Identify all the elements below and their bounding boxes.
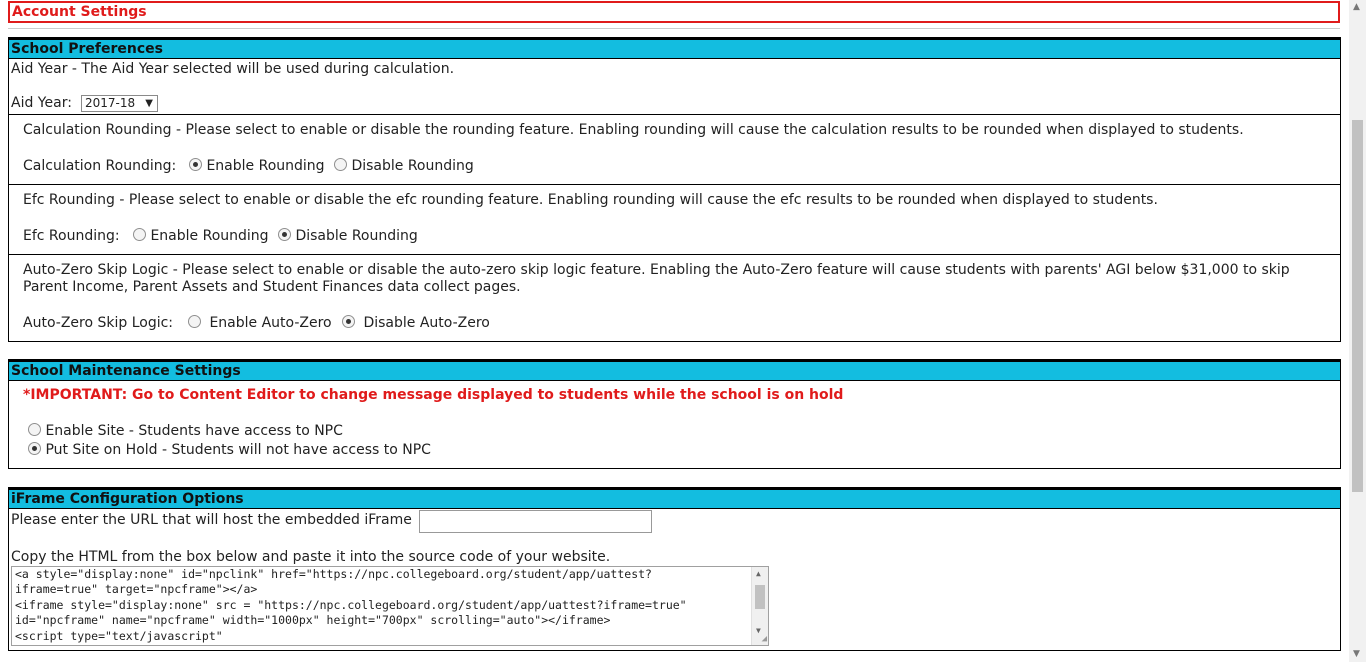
efc-rounding-enable-label: Enable Rounding [150, 228, 269, 244]
school-maintenance-header: School Maintenance Settings [9, 360, 1340, 381]
iframe-url-input[interactable] [419, 510, 652, 533]
auto-zero-enable-radio[interactable] [188, 315, 201, 328]
calc-rounding-enable-radio[interactable] [189, 158, 202, 171]
efc-rounding-disable-label: Disable Rounding [295, 228, 418, 244]
efc-rounding-disable-radio[interactable] [278, 228, 291, 241]
efc-rounding-row: Efc Rounding - Please select to enable o… [9, 185, 1340, 255]
iframe-config-header: iFrame Configuration Options [9, 488, 1340, 509]
auto-zero-row: Auto-Zero Skip Logic - Please select to … [9, 255, 1340, 341]
school-preferences-section: School Preferences Aid Year - The Aid Ye… [8, 37, 1341, 342]
iframe-copy-label: Copy the HTML from the box below and pas… [11, 549, 611, 565]
page-title: Account Settings [12, 4, 147, 20]
iframe-url-label: Please enter the URL that will host the … [11, 512, 412, 528]
calc-rounding-enable-label: Enable Rounding [206, 158, 325, 174]
efc-rounding-description: Efc Rounding - Please select to enable o… [23, 192, 1158, 208]
efc-rounding-enable-radio[interactable] [133, 228, 146, 241]
code-line: id="npcframe" name="npcframe" width="100… [15, 613, 611, 628]
hold-site-option[interactable]: Put Site on Hold - Students will not hav… [28, 442, 431, 458]
code-line: <script type="text/javascript" [15, 628, 223, 643]
scroll-up-icon[interactable]: ▲ [756, 569, 761, 578]
scroll-down-icon[interactable]: ▼ [756, 626, 761, 635]
textarea-scroll-thumb[interactable] [755, 585, 765, 609]
enable-site-label: Enable Site - Students have access to NP… [45, 423, 343, 439]
page-scrollbar[interactable]: ▲ ▼ [1349, 0, 1366, 662]
calculation-rounding-row: Calculation Rounding - Please select to … [9, 115, 1340, 185]
chevron-down-icon: ▼ [145, 98, 153, 109]
code-line: iframe=true" target="npcframe"></a> [15, 582, 258, 597]
calc-rounding-disable-option[interactable]: Disable Rounding [334, 158, 474, 174]
iframe-config-section: iFrame Configuration Options Please ente… [8, 487, 1341, 651]
page-title-bar: Account Settings [8, 1, 1340, 23]
school-preferences-header: School Preferences [9, 38, 1340, 59]
efc-rounding-disable-option[interactable]: Disable Rounding [278, 228, 418, 244]
auto-zero-enable-option[interactable]: Enable Auto-Zero [188, 315, 332, 331]
enable-site-option[interactable]: Enable Site - Students have access to NP… [28, 423, 343, 439]
divider [8, 28, 1340, 29]
resize-grip-icon[interactable]: ◢ [762, 634, 767, 644]
auto-zero-label: Auto-Zero Skip Logic: [23, 315, 174, 331]
scroll-up-icon[interactable]: ▲ [1353, 2, 1360, 12]
aid-year-label: Aid Year: [11, 95, 72, 111]
auto-zero-enable-label: Enable Auto-Zero [209, 315, 332, 331]
aid-year-select[interactable]: 2017-18 ▼ [81, 95, 158, 112]
code-line: <a style="display:none" id="npclink" hre… [15, 567, 652, 581]
calculation-rounding-label: Calculation Rounding: [23, 158, 177, 174]
efc-rounding-enable-option[interactable]: Enable Rounding [133, 228, 269, 244]
calc-rounding-disable-radio[interactable] [334, 158, 347, 171]
aid-year-description: Aid Year - The Aid Year selected will be… [11, 61, 455, 77]
calculation-rounding-description: Calculation Rounding - Please select to … [23, 122, 1244, 138]
enable-site-radio[interactable] [28, 423, 41, 436]
hold-site-radio[interactable] [28, 442, 41, 455]
scroll-down-icon[interactable]: ▼ [1353, 649, 1360, 659]
aid-year-selected-value: 2017-18 [85, 96, 136, 110]
auto-zero-disable-label: Disable Auto-Zero [363, 315, 490, 331]
auto-zero-disable-option[interactable]: Disable Auto-Zero [342, 315, 490, 331]
hold-site-label: Put Site on Hold - Students will not hav… [45, 442, 431, 458]
auto-zero-description-line2: Parent Income, Parent Assets and Student… [23, 279, 521, 295]
calc-rounding-disable-label: Disable Rounding [351, 158, 474, 174]
school-maintenance-section: School Maintenance Settings *IMPORTANT: … [8, 359, 1341, 469]
aid-year-row: Aid Year - The Aid Year selected will be… [9, 59, 1340, 115]
efc-rounding-label: Efc Rounding: [23, 228, 120, 244]
iframe-code-textarea[interactable]: <a style="display:none" id="npclink" hre… [11, 566, 769, 646]
important-notice: *IMPORTANT: Go to Content Editor to chan… [23, 387, 844, 403]
auto-zero-disable-radio[interactable] [342, 315, 355, 328]
page-scroll-thumb[interactable] [1352, 120, 1363, 492]
auto-zero-description-line1: Auto-Zero Skip Logic - Please select to … [23, 262, 1290, 278]
code-line: <iframe style="display:none" src = "http… [15, 597, 687, 612]
calc-rounding-enable-option[interactable]: Enable Rounding [189, 158, 325, 174]
